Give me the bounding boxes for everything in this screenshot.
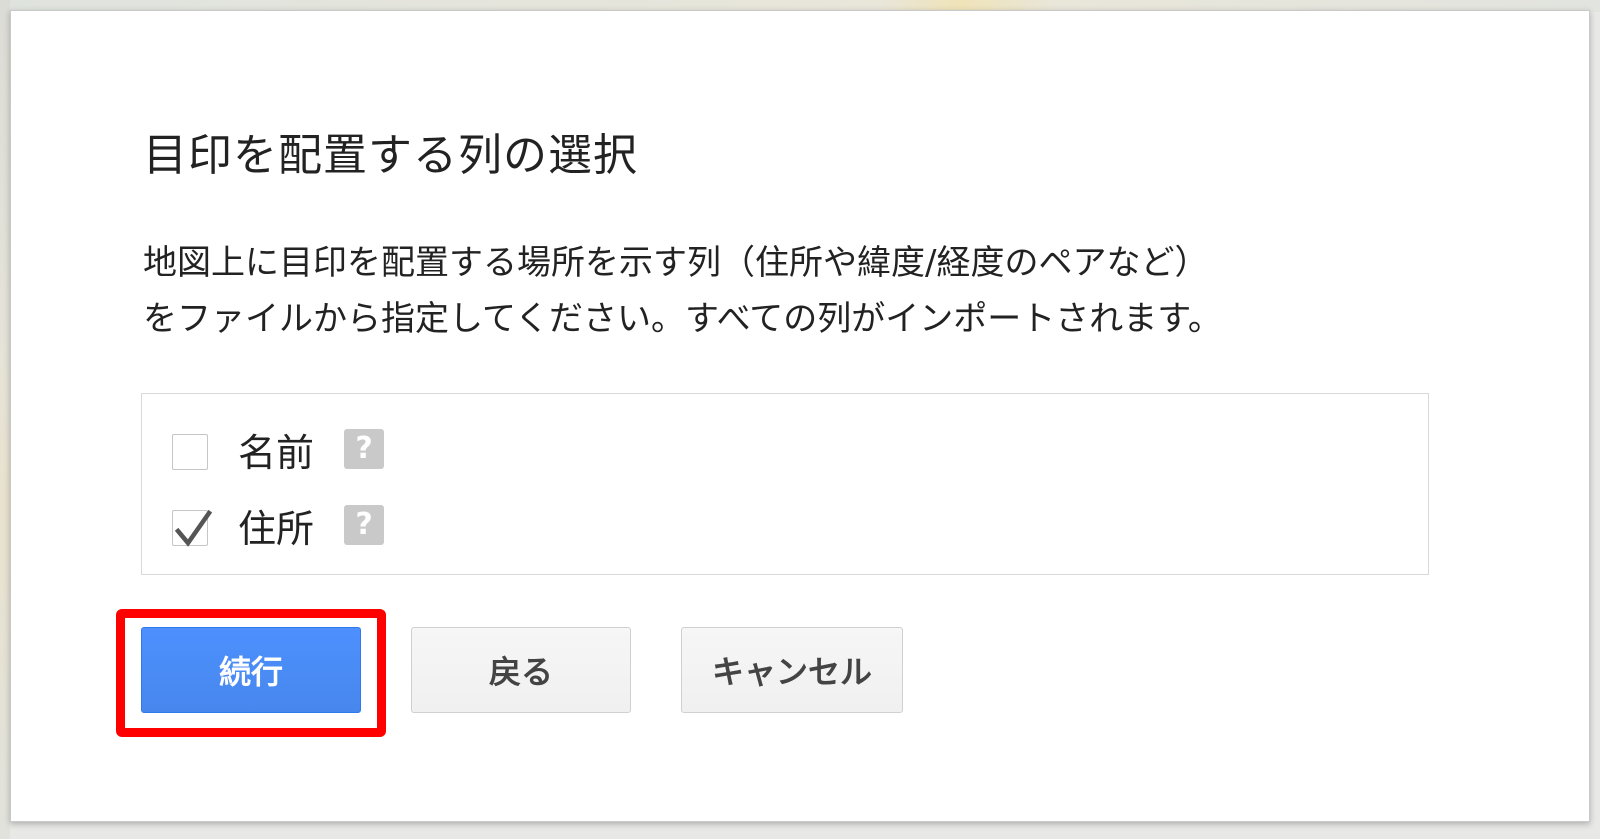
map-edge-left	[0, 0, 10, 839]
column-option-address[interactable]: 住所 ?	[172, 503, 385, 551]
column-list: 名前 ? 住所 ?	[141, 393, 1429, 575]
description-line-2: をファイルから指定してください。すべての列がインポートされます。	[143, 299, 1222, 339]
select-column-dialog: 目印を配置する列の選択 地図上に目印を配置する場所を示す列（住所や緯度/経度のペ…	[10, 10, 1590, 822]
column-label-name: 名前	[238, 430, 315, 475]
cancel-button[interactable]: キャンセル	[681, 627, 903, 713]
checkmark-icon	[174, 509, 213, 547]
address-checkbox[interactable]	[172, 509, 213, 547]
description-line-1: 地図上に目印を配置する場所を示す列（住所や緯度/経度のペアなど）	[143, 243, 1209, 283]
name-checkbox[interactable]	[172, 434, 208, 470]
column-option-name[interactable]: 名前 ?	[172, 427, 385, 475]
column-label-address: 住所	[238, 506, 315, 551]
dialog-description: 地図上に目印を配置する場所を示す列（住所や緯度/経度のペアなど） をファイルから…	[143, 235, 1463, 347]
help-icon[interactable]: ?	[344, 505, 385, 545]
continue-button[interactable]: 続行	[141, 627, 361, 713]
help-icon[interactable]: ?	[344, 429, 385, 469]
back-button[interactable]: 戻る	[411, 627, 631, 713]
dialog-title: 目印を配置する列の選択	[143, 130, 638, 181]
